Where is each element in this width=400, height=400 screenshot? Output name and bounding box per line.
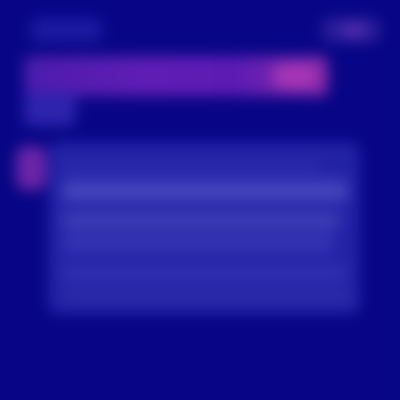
blurred-app-screen xyxy=(0,0,400,400)
menu-button[interactable] xyxy=(30,18,102,42)
content-row[interactable] xyxy=(62,212,340,230)
content-row[interactable] xyxy=(62,264,346,282)
profile-accent xyxy=(342,22,366,38)
hero-subbanner xyxy=(24,92,76,126)
content-row[interactable] xyxy=(62,160,320,174)
status-indicator xyxy=(16,146,46,190)
content-row[interactable] xyxy=(62,180,348,202)
banner-highlight xyxy=(272,64,316,88)
content-row[interactable] xyxy=(62,290,352,302)
content-row[interactable] xyxy=(62,236,334,252)
